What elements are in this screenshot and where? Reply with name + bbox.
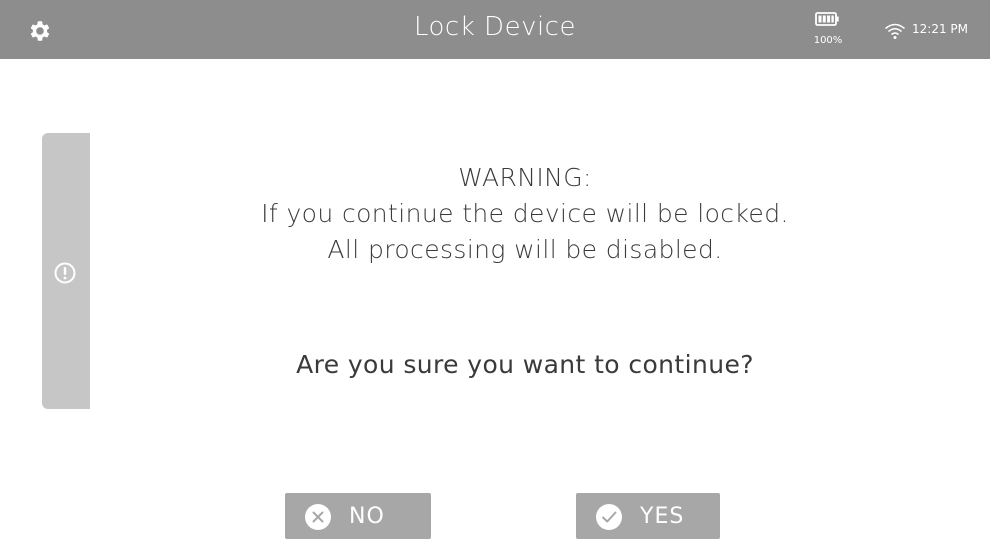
warning-title: WARNING:: [458, 163, 592, 192]
confirmation-question: Are you sure you want to continue?: [296, 350, 754, 379]
battery-status: 100%: [806, 8, 850, 52]
battery-icon: [815, 12, 839, 26]
warning-message: WARNING: If you continue the device will…: [0, 160, 990, 268]
top-bar: Lock Device 100% 12:21 PM: [0, 0, 990, 59]
warning-line-1: If you continue the device will be locke…: [261, 199, 789, 228]
close-circle-icon: [304, 503, 332, 531]
warning-line-2: All processing will be disabled.: [327, 235, 723, 264]
no-button[interactable]: NO: [285, 493, 431, 539]
yes-button[interactable]: YES: [576, 493, 720, 539]
check-circle-icon: [595, 503, 623, 531]
yes-button-label: YES: [640, 504, 685, 529]
no-button-label: NO: [349, 504, 385, 529]
wifi-icon: [884, 22, 906, 40]
clock: 12:21 PM: [912, 22, 968, 36]
battery-level: 100%: [813, 35, 843, 46]
lock-device-screen: Lock Device 100% 12:21 PM WARNING: If yo…: [0, 0, 990, 539]
